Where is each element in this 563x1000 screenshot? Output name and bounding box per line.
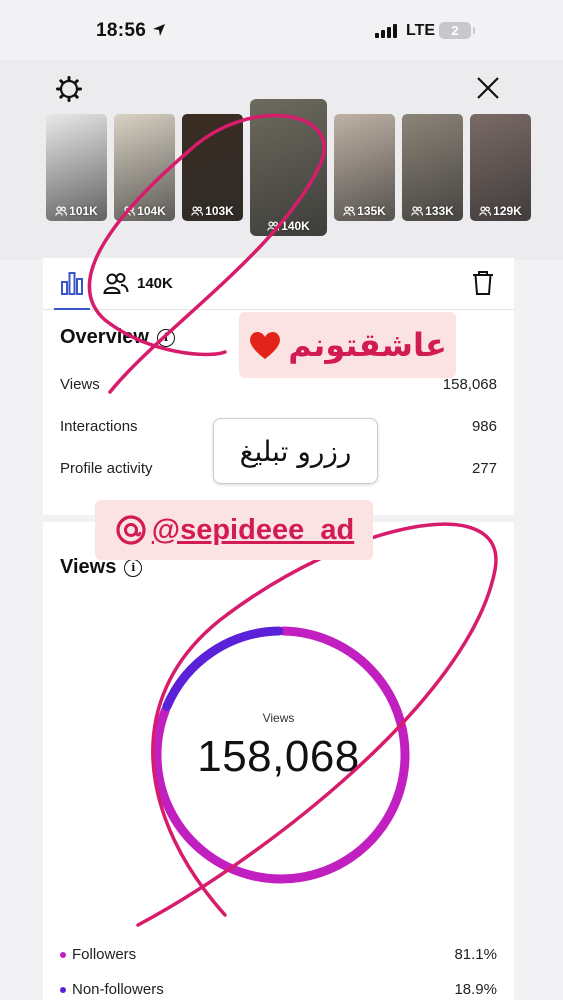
story-view-count: 104K (114, 204, 175, 218)
love-sticker: عاشقتونم (239, 312, 456, 378)
legend-label: Followers (72, 946, 137, 963)
legend-item: Followers 81.1% (60, 946, 497, 963)
story-view-count: 133K (402, 204, 463, 218)
overview-title: Overview (60, 326, 149, 348)
overview-row-label: Views (60, 376, 100, 393)
handle-sticker[interactable]: @sepideee_ad (95, 500, 373, 560)
legend-value: 18.9% (454, 981, 497, 998)
info-icon[interactable]: i (156, 328, 175, 347)
status-time: 18:56 (96, 20, 147, 41)
story-view-count-text: 135K (357, 204, 386, 218)
legend-dot (60, 986, 66, 993)
story-thumbnail[interactable]: 135K (334, 114, 395, 221)
story-view-count-text: 133K (425, 204, 454, 218)
bar-chart-icon[interactable] (59, 270, 85, 296)
views-card: Views i Views 158,068 Followers 81.1% No… (43, 522, 514, 1000)
close-icon[interactable] (475, 75, 501, 101)
overview-row-value: 277 (471, 460, 497, 477)
booking-sticker: رزرو تبلیغ (213, 418, 378, 484)
people-icon (343, 206, 356, 216)
story-view-count-text: 129K (493, 204, 522, 218)
trash-icon[interactable] (472, 270, 494, 296)
people-icon (191, 206, 204, 216)
network-label: LTE (406, 22, 436, 39)
booking-sticker-text: رزرو تبلیغ (239, 434, 352, 468)
location-arrow-icon (153, 24, 165, 36)
overview-row: Views 158,068 (60, 376, 497, 393)
story-view-count-text: 104K (137, 204, 166, 218)
donut-segment-non-followers[interactable] (162, 626, 284, 712)
people-icon (479, 206, 492, 216)
handle-sticker-text: @sepideee_ad (151, 513, 355, 546)
story-thumbnail[interactable]: 104K (114, 114, 175, 221)
people-icon[interactable] (103, 271, 129, 297)
story-view-count-text: 140K (281, 219, 310, 233)
active-tab-indicator (54, 308, 90, 310)
legend-item: Non-followers 18.9% (60, 981, 497, 998)
story-thumbnails: 101K 104K 103K 140K 135K 133K 129K (46, 99, 531, 236)
story-view-count: 135K (334, 204, 395, 218)
overview-row-value: 158,068 (442, 376, 497, 393)
donut-center-label: Views (262, 711, 295, 725)
legend-dot (60, 951, 66, 958)
story-view-count-text: 101K (69, 204, 98, 218)
gear-icon[interactable] (56, 76, 82, 102)
story-view-count: 101K (46, 204, 107, 218)
story-thumbnail-selected[interactable]: 140K (250, 99, 327, 236)
people-icon (123, 206, 136, 216)
story-thumbnail[interactable]: 103K (182, 114, 243, 221)
overview-row-value: 986 (471, 418, 497, 435)
love-sticker-text: عاشقتونم (288, 326, 447, 364)
people-icon (55, 206, 68, 216)
people-icon (411, 206, 424, 216)
legend-label: Non-followers (72, 981, 164, 998)
story-thumbnail[interactable]: 129K (470, 114, 531, 221)
story-view-count-text: 103K (205, 204, 234, 218)
people-icon (267, 221, 280, 231)
audience-count[interactable]: 140K (137, 275, 173, 292)
threads-icon (116, 515, 146, 545)
info-icon[interactable]: i (124, 558, 143, 577)
overview-title-row: Overview i (60, 326, 175, 349)
overview-row-label: Interactions (60, 418, 138, 435)
story-view-count: 103K (182, 204, 243, 218)
insights-tabbar: 140K (43, 258, 514, 310)
overview-row-label: Profile activity (60, 460, 153, 477)
story-thumbnail[interactable]: 101K (46, 114, 107, 221)
story-thumbnail[interactable]: 133K (402, 114, 463, 221)
heart-icon (250, 331, 281, 359)
legend-value: 81.1% (454, 946, 497, 963)
donut-center-value: 158,068 (197, 732, 360, 781)
status-bar: 18:56 LTE 2 (0, 0, 563, 60)
battery-icon: 2 (439, 22, 475, 39)
story-view-count: 140K (250, 219, 327, 233)
story-view-count: 129K (470, 204, 531, 218)
signal-icon (375, 24, 397, 38)
